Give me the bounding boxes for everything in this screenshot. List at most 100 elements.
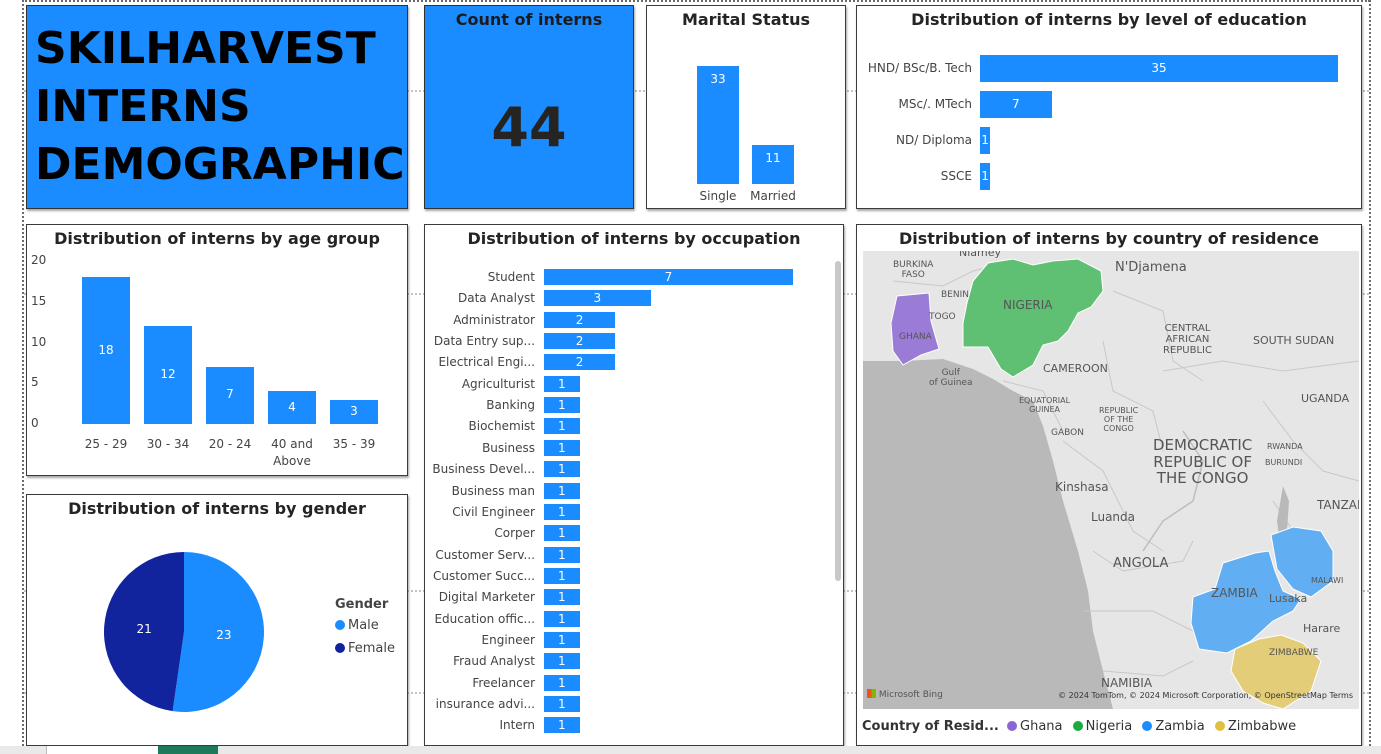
legend-label: Nigeria [1085,719,1133,734]
occupation-data-label: 1 [557,440,566,455]
age-y-tick: 10 [31,334,47,349]
occupation-category-label: Administrator [453,312,535,327]
kpi-value: 44 [491,96,567,159]
map-legend-title: Country of Resid... [862,719,999,734]
age-data-label: 12 [160,367,176,382]
legend-item-nigeria[interactable]: Nigeria [1072,719,1133,734]
map-label-drc: DEMOCRATIC REPUBLIC OF THE CONGO [1153,436,1253,487]
gender-legend-title: Gender [335,597,389,612]
map-title: Distribution of interns by country of re… [898,229,1320,248]
map-copyright[interactable]: © 2024 TomTom, © 2024 Microsoft Corporat… [1058,691,1353,700]
title-card[interactable]: SKILHARVEST INTERNS DEMOGRAPHICS [26,5,408,209]
occupation-data-label: 1 [557,568,566,583]
occupation-category-label: Agriculturist [461,376,535,391]
education-chart: HND/ BSc/B. Tech 35 MSc/. MTech 7 ND/ Diplom… [857,6,1361,208]
legend-item-zambia[interactable]: Zambia [1142,719,1205,734]
age-y-tick: 5 [31,375,39,390]
map-label-harare: Harare [1303,622,1341,635]
occupation-category-label: Business [482,440,535,455]
occupation-data-label: 1 [557,462,566,477]
country-map-card[interactable]: Distribution of interns by country of re… [856,224,1362,746]
occupation-data-label: 1 [557,611,566,626]
map-label-rep-congo: REPUBLIC OF THE CONGO [1099,406,1139,433]
legend-dot-icon [1007,721,1018,731]
map-label-rwanda: RWANDA [1267,442,1303,451]
legend-dot-icon [1142,721,1153,731]
page-tab[interactable] [46,746,158,754]
bing-label: Microsoft Bing [878,690,943,700]
education-category-label: SSCE [940,169,972,183]
map-label-ndjamena: N'Djamena [1115,260,1187,275]
legend-item-zimbabwe[interactable]: Zimbabwe [1214,719,1296,734]
gender-legend-male[interactable]: Male [335,618,395,633]
occupation-category-label: Education offic... [434,611,535,626]
occupation-data-label: 1 [557,483,566,498]
canvas-right-border [1369,0,1371,754]
occupation-data-label: 2 [575,334,584,349]
legend-dot-icon [1072,721,1083,731]
occupation-data-label: 3 [593,291,602,306]
occupation-category-label: Electrical Engi... [438,355,535,370]
map-label-ghana: GHANA [899,332,932,342]
occupation-category-label: Customer Succ... [433,568,535,583]
occupation-card[interactable]: Distribution of interns by occupation St… [424,224,844,746]
occupation-category-label: Student [487,270,535,284]
marital-category-label: Married [750,189,796,203]
title-line-3: DEMOGRAPHICS [35,139,408,190]
occupation-category-label: Fraud Analyst [453,654,535,669]
occupation-chart: Student 7 Data Analyst 3 Administrator 2 Data … [425,225,843,745]
pie-data-label: 23 [216,628,231,642]
map-label-luanda: Luanda [1091,510,1136,524]
education-data-label: 7 [1011,97,1020,111]
map-label-tanzania: TANZAN [1317,498,1359,512]
page-tab-active[interactable] [158,746,218,754]
occupation-data-label: 1 [557,697,566,711]
occupation-data-label: 1 [557,632,566,647]
education-card[interactable]: Distribution of interns by level of educ… [856,5,1362,209]
legend-label: Male [348,618,379,633]
map-label-gabon: GABON [1051,428,1084,438]
occupation-category-label: Freelancer [472,675,535,690]
occupation-category-label: insurance advi... [435,697,535,711]
map-label-burkina: BURKINA FASO [893,260,934,280]
marital-data-label: 33 [710,72,726,86]
gender-card[interactable]: Distribution of interns by gender 23 21 G… [26,494,408,746]
report-canvas: SKILHARVEST INTERNS DEMOGRAPHICS Count o… [0,0,1381,754]
education-data-label: 35 [1151,61,1167,75]
map-label-gulf: Gulf of Guinea [929,368,973,388]
title-line-2: INTERNS [35,81,251,132]
occupation-data-label: 2 [575,355,584,370]
kpi-label: Count of interns [455,10,603,29]
occupation-data-label: 1 [557,654,566,669]
age-data-label: 4 [288,399,296,414]
education-data-label: 1 [981,133,989,147]
age-data-label: 7 [226,387,234,402]
legend-dot-icon [335,643,345,653]
map-label-south-sudan: SOUTH SUDAN [1253,334,1335,347]
map-label-lusaka: Lusaka [1269,592,1308,605]
legend-label: Ghana [1020,719,1063,734]
map-label-namibia: NAMIBIA [1101,676,1153,690]
legend-item-ghana[interactable]: Ghana [1007,719,1063,734]
occupation-category-label: Civil Engineer [452,504,535,519]
legend-label: Female [348,641,396,656]
legend-dot-icon [1214,721,1225,731]
occupation-scrollbar[interactable] [835,261,841,581]
dashboard-title: SKILHARVEST INTERNS DEMOGRAPHICS [35,20,408,194]
marital-status-card[interactable]: Marital Status 33 Single 11 Married [646,5,846,209]
map-label-niamey: Niamey [959,251,1002,259]
occupation-data-label: 1 [557,590,566,605]
africa-map[interactable]: Niamey BURKINA FASO BENIN TOGO GHANA NIG… [863,251,1359,709]
education-category-label: ND/ Diploma [896,133,972,147]
map-legend: Country of Resid... Ghana Nigeria Zambia… [862,719,1296,734]
age-y-tick: 20 [31,253,47,267]
age-group-card[interactable]: Distribution of interns by age group 20 1… [26,224,408,476]
age-data-label: 18 [98,342,114,357]
occupation-category-label: Corper [494,526,535,541]
gender-legend-female[interactable]: Female [335,641,395,656]
pie-data-label: 21 [136,622,151,636]
age-category-label: 35 - 39 [332,437,376,451]
map-label-togo: TOGO [929,312,956,322]
count-card[interactable]: Count of interns 44 [424,5,634,209]
occupation-data-label: 1 [557,718,566,733]
